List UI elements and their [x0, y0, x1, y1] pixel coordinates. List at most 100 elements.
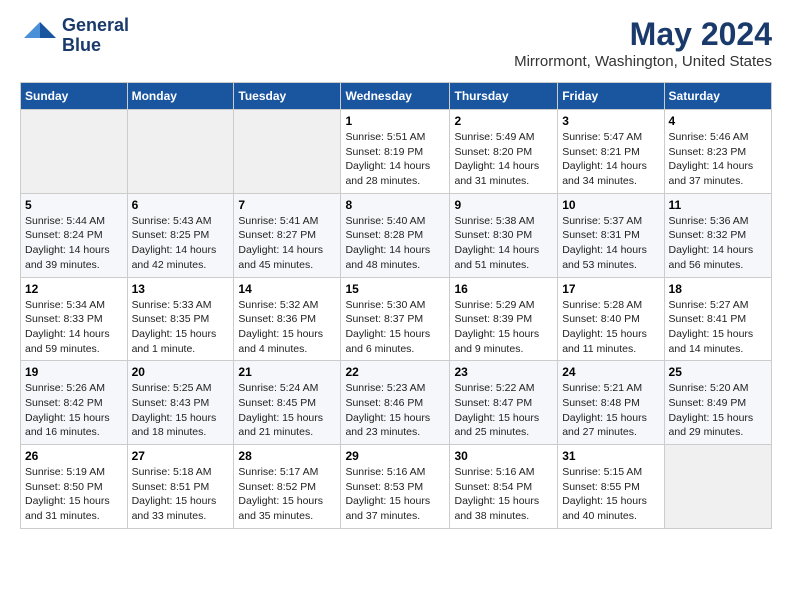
day-info: Sunrise: 5:46 AM Sunset: 8:23 PM Dayligh… — [669, 130, 767, 189]
calendar-cell — [127, 110, 234, 194]
day-number: 31 — [562, 449, 659, 463]
day-info: Sunrise: 5:41 AM Sunset: 8:27 PM Dayligh… — [238, 214, 336, 273]
calendar-week-4: 19Sunrise: 5:26 AM Sunset: 8:42 PM Dayli… — [21, 361, 772, 445]
col-header-thursday: Thursday — [450, 83, 558, 110]
day-number: 23 — [454, 365, 553, 379]
col-header-friday: Friday — [558, 83, 664, 110]
day-number: 6 — [132, 198, 230, 212]
calendar-cell: 7 Sunrise: 5:41 AM Sunset: 8:27 PM Daylig… — [234, 193, 341, 277]
calendar-cell: 17Sunrise: 5:28 AM Sunset: 8:40 PM Dayli… — [558, 277, 664, 361]
day-number: 27 — [132, 449, 230, 463]
col-header-monday: Monday — [127, 83, 234, 110]
day-number: 28 — [238, 449, 336, 463]
main-title: May 2024 — [514, 16, 772, 53]
calendar-cell: 14Sunrise: 5:32 AM Sunset: 8:36 PM Dayli… — [234, 277, 341, 361]
calendar-week-1: 1 Sunrise: 5:51 AM Sunset: 8:19 PM Daylig… — [21, 110, 772, 194]
day-number: 17 — [562, 282, 659, 296]
day-info: Sunrise: 5:18 AM Sunset: 8:51 PM Dayligh… — [132, 465, 230, 524]
day-info: Sunrise: 5:37 AM Sunset: 8:31 PM Dayligh… — [562, 214, 659, 273]
calendar-cell: 28Sunrise: 5:17 AM Sunset: 8:52 PM Dayli… — [234, 445, 341, 529]
calendar-cell — [234, 110, 341, 194]
day-number: 29 — [345, 449, 445, 463]
calendar-cell: 22Sunrise: 5:23 AM Sunset: 8:46 PM Dayli… — [341, 361, 450, 445]
calendar-cell: 9 Sunrise: 5:38 AM Sunset: 8:30 PM Daylig… — [450, 193, 558, 277]
calendar-cell: 10 Sunrise: 5:37 AM Sunset: 8:31 PM Dayli… — [558, 193, 664, 277]
calendar-cell — [21, 110, 128, 194]
day-number: 22 — [345, 365, 445, 379]
day-info: Sunrise: 5:19 AM Sunset: 8:50 PM Dayligh… — [25, 465, 123, 524]
day-number: 2 — [454, 114, 553, 128]
day-info: Sunrise: 5:43 AM Sunset: 8:25 PM Dayligh… — [132, 214, 230, 273]
col-header-sunday: Sunday — [21, 83, 128, 110]
calendar-cell: 6 Sunrise: 5:43 AM Sunset: 8:25 PM Daylig… — [127, 193, 234, 277]
day-number: 4 — [669, 114, 767, 128]
day-info: Sunrise: 5:22 AM Sunset: 8:47 PM Dayligh… — [454, 381, 553, 440]
col-header-tuesday: Tuesday — [234, 83, 341, 110]
calendar-cell: 19Sunrise: 5:26 AM Sunset: 8:42 PM Dayli… — [21, 361, 128, 445]
day-info: Sunrise: 5:33 AM Sunset: 8:35 PM Dayligh… — [132, 298, 230, 357]
day-number: 7 — [238, 198, 336, 212]
day-number: 15 — [345, 282, 445, 296]
calendar-cell: 15 Sunrise: 5:30 AM Sunset: 8:37 PM Dayli… — [341, 277, 450, 361]
day-info: Sunrise: 5:16 AM Sunset: 8:53 PM Dayligh… — [345, 465, 445, 524]
logo: General Blue — [20, 16, 129, 56]
calendar-cell: 8 Sunrise: 5:40 AM Sunset: 8:28 PM Daylig… — [341, 193, 450, 277]
day-number: 10 — [562, 198, 659, 212]
day-info: Sunrise: 5:44 AM Sunset: 8:24 PM Dayligh… — [25, 214, 123, 273]
calendar-cell: 11Sunrise: 5:36 AM Sunset: 8:32 PM Dayli… — [664, 193, 771, 277]
day-number: 24 — [562, 365, 659, 379]
calendar-cell: 25Sunrise: 5:20 AM Sunset: 8:49 PM Dayli… — [664, 361, 771, 445]
header: General Blue May 2024 Mirrormont, Washin… — [20, 16, 772, 70]
calendar-cell: 4 Sunrise: 5:46 AM Sunset: 8:23 PM Daylig… — [664, 110, 771, 194]
day-info: Sunrise: 5:34 AM Sunset: 8:33 PM Dayligh… — [25, 298, 123, 357]
col-header-wednesday: Wednesday — [341, 83, 450, 110]
day-number: 3 — [562, 114, 659, 128]
day-info: Sunrise: 5:40 AM Sunset: 8:28 PM Dayligh… — [345, 214, 445, 273]
day-info: Sunrise: 5:49 AM Sunset: 8:20 PM Dayligh… — [454, 130, 553, 189]
day-number: 16 — [454, 282, 553, 296]
calendar-cell — [664, 445, 771, 529]
day-info: Sunrise: 5:16 AM Sunset: 8:54 PM Dayligh… — [454, 465, 553, 524]
calendar-cell: 13Sunrise: 5:33 AM Sunset: 8:35 PM Dayli… — [127, 277, 234, 361]
calendar-cell: 12 Sunrise: 5:34 AM Sunset: 8:33 PM Dayli… — [21, 277, 128, 361]
day-info: Sunrise: 5:20 AM Sunset: 8:49 PM Dayligh… — [669, 381, 767, 440]
day-number: 12 — [25, 282, 123, 296]
day-number: 30 — [454, 449, 553, 463]
col-header-saturday: Saturday — [664, 83, 771, 110]
calendar-header-row: SundayMondayTuesdayWednesdayThursdayFrid… — [21, 83, 772, 110]
day-info: Sunrise: 5:27 AM Sunset: 8:41 PM Dayligh… — [669, 298, 767, 357]
logo-line2: Blue — [62, 36, 129, 56]
day-info: Sunrise: 5:25 AM Sunset: 8:43 PM Dayligh… — [132, 381, 230, 440]
calendar-cell: 20Sunrise: 5:25 AM Sunset: 8:43 PM Dayli… — [127, 361, 234, 445]
calendar-cell: 16 Sunrise: 5:29 AM Sunset: 8:39 PM Dayli… — [450, 277, 558, 361]
calendar-cell: 2 Sunrise: 5:49 AM Sunset: 8:20 PM Daylig… — [450, 110, 558, 194]
calendar-cell: 24Sunrise: 5:21 AM Sunset: 8:48 PM Dayli… — [558, 361, 664, 445]
day-info: Sunrise: 5:30 AM Sunset: 8:37 PM Dayligh… — [345, 298, 445, 357]
day-number: 26 — [25, 449, 123, 463]
calendar-cell: 23 Sunrise: 5:22 AM Sunset: 8:47 PM Dayli… — [450, 361, 558, 445]
day-info: Sunrise: 5:32 AM Sunset: 8:36 PM Dayligh… — [238, 298, 336, 357]
day-number: 5 — [25, 198, 123, 212]
calendar-cell: 3Sunrise: 5:47 AM Sunset: 8:21 PM Daylig… — [558, 110, 664, 194]
calendar-cell: 5 Sunrise: 5:44 AM Sunset: 8:24 PM Daylig… — [21, 193, 128, 277]
day-info: Sunrise: 5:38 AM Sunset: 8:30 PM Dayligh… — [454, 214, 553, 273]
day-number: 1 — [345, 114, 445, 128]
generalblue-logo-icon — [20, 18, 56, 54]
page: General Blue May 2024 Mirrormont, Washin… — [0, 0, 792, 545]
day-number: 19 — [25, 365, 123, 379]
logo-line1: General — [62, 16, 129, 36]
calendar-week-2: 5 Sunrise: 5:44 AM Sunset: 8:24 PM Daylig… — [21, 193, 772, 277]
calendar-cell: 26 Sunrise: 5:19 AM Sunset: 8:50 PM Dayli… — [21, 445, 128, 529]
day-number: 18 — [669, 282, 767, 296]
calendar-cell: 18 Sunrise: 5:27 AM Sunset: 8:41 PM Dayli… — [664, 277, 771, 361]
day-number: 21 — [238, 365, 336, 379]
day-number: 9 — [454, 198, 553, 212]
day-info: Sunrise: 5:24 AM Sunset: 8:45 PM Dayligh… — [238, 381, 336, 440]
logo-text: General Blue — [62, 16, 129, 56]
day-number: 8 — [345, 198, 445, 212]
day-info: Sunrise: 5:29 AM Sunset: 8:39 PM Dayligh… — [454, 298, 553, 357]
title-block: May 2024 Mirrormont, Washington, United … — [514, 16, 772, 70]
location-subtitle: Mirrormont, Washington, United States — [514, 53, 772, 70]
day-info: Sunrise: 5:15 AM Sunset: 8:55 PM Dayligh… — [562, 465, 659, 524]
day-info: Sunrise: 5:51 AM Sunset: 8:19 PM Dayligh… — [345, 130, 445, 189]
